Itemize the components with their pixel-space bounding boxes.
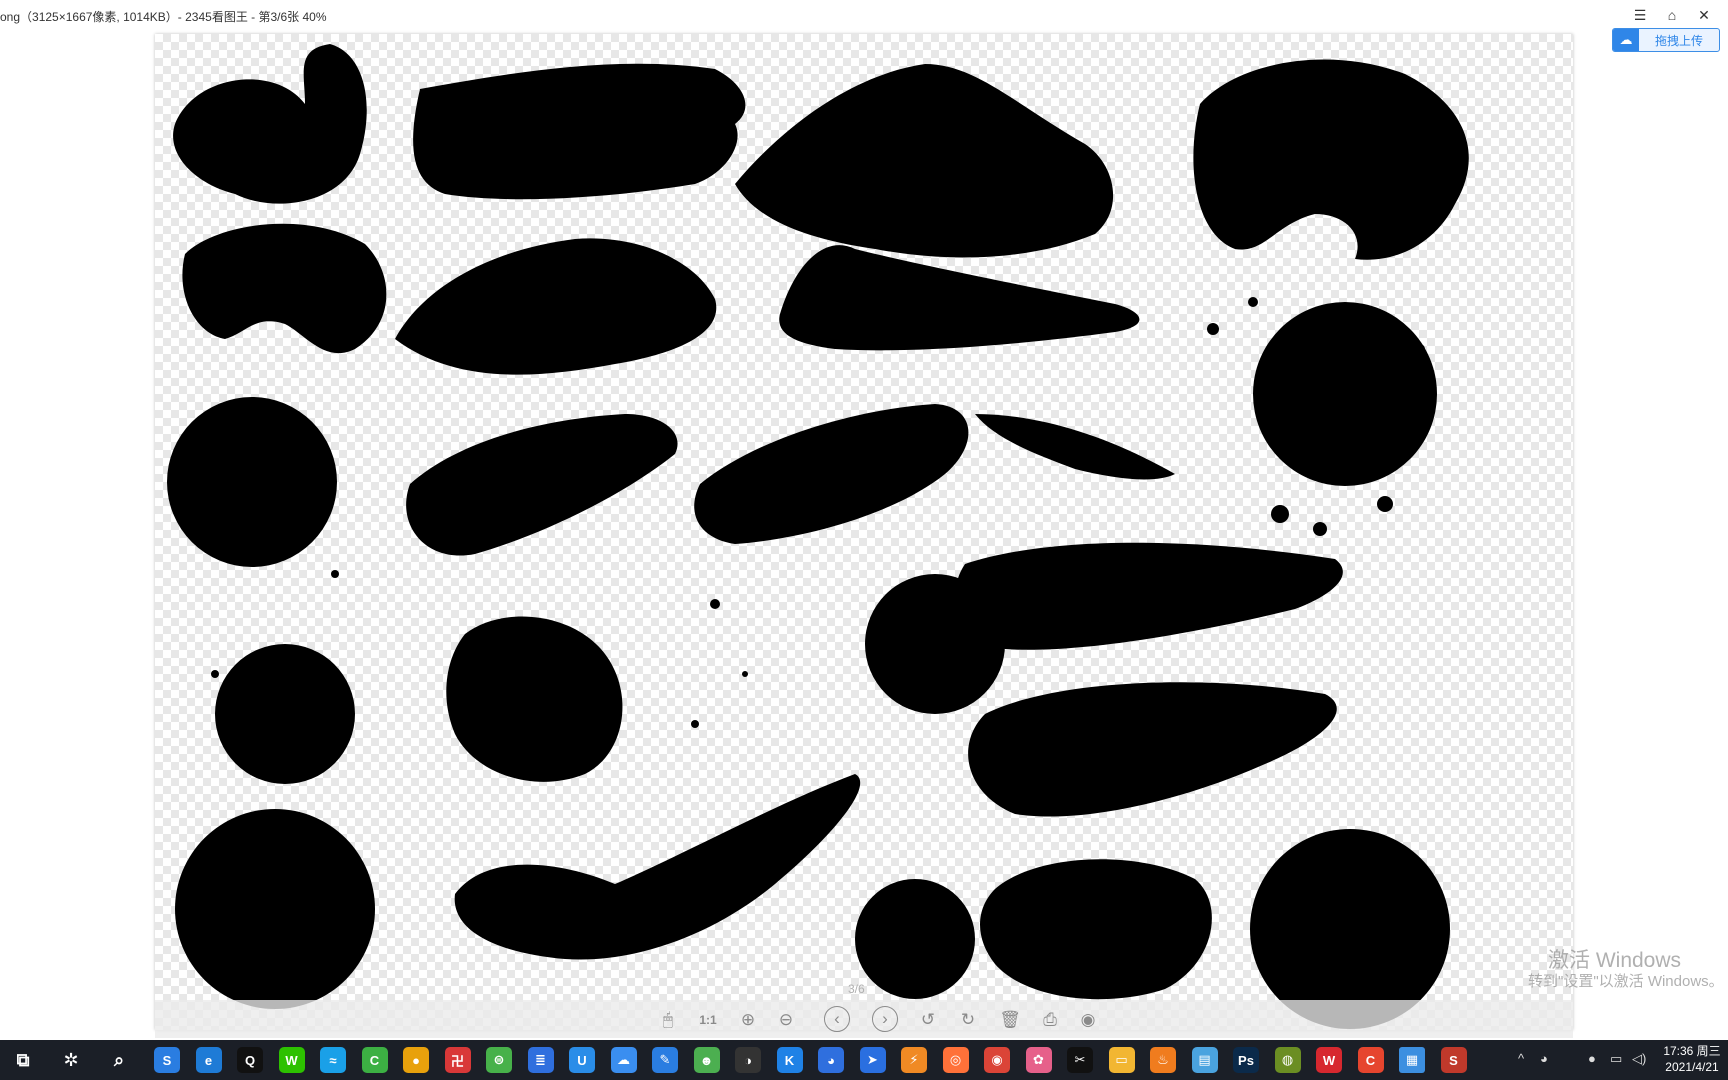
ink-splash — [855, 879, 975, 999]
ink-stroke — [413, 63, 746, 200]
ink-stroke — [955, 542, 1343, 650]
app-book-icon[interactable]: ▤ — [1191, 1047, 1218, 1073]
network-icon[interactable]: ▭ — [1610, 1051, 1622, 1067]
chrome-icon[interactable]: ● — [403, 1047, 429, 1073]
photoshop-icon[interactable]: Ps — [1233, 1047, 1259, 1073]
skin-icon[interactable]: ⌂ — [1661, 5, 1683, 25]
kugou-icon[interactable]: K — [776, 1047, 803, 1073]
ink-stroke — [975, 414, 1175, 480]
ink-stroke — [454, 774, 861, 960]
ink-stroke — [406, 414, 678, 556]
app-pen-icon[interactable]: ✎ — [652, 1047, 678, 1073]
ink-splash — [446, 616, 623, 782]
taskbar: ⧉ ✲ ⌕ Se Q W ≈ C ● 卍 ⊜ ≣ U ☁ ✎ ☻ ◑ K ◕ ➤ ⚡ ◎ ◉ ✿ ✂ ▭ ♨ ▤ Ps ◍ W C ▦ S ^ ◕… — [0, 1040, 1728, 1080]
screen-capture-icon[interactable]: ≈ — [320, 1047, 346, 1073]
app-panda-icon[interactable]: ◑ — [735, 1047, 761, 1073]
app-blue-doc-icon[interactable]: ≣ — [527, 1047, 554, 1073]
image-viewer-icon[interactable]: ▦ — [1399, 1047, 1425, 1073]
search-icon[interactable]: ⌕ — [106, 1047, 132, 1073]
previous-icon[interactable]: ‹ — [824, 1006, 850, 1032]
edge-icon[interactable]: e — [195, 1047, 222, 1073]
tray-status-icon[interactable]: ● — [1588, 1051, 1596, 1066]
ink-stroke — [735, 64, 1114, 258]
print-icon[interactable]: ⎙ — [1037, 1007, 1063, 1033]
window-title: ong（3125×1667像素, 1014KB）- 2345看图王 - 第3/6… — [0, 10, 327, 24]
chrome-2-icon[interactable]: ◉ — [984, 1047, 1010, 1073]
clock-date: 2021/4/21 — [1665, 1060, 1719, 1074]
ink-swirl — [182, 223, 387, 354]
ink-brush-image — [167, 44, 1469, 1029]
volume-icon[interactable]: ◁) — [1632, 1051, 1646, 1067]
ink-stroke — [968, 682, 1337, 817]
next-icon[interactable]: › — [872, 1006, 898, 1032]
page-counter: 3/6 — [848, 982, 865, 996]
menu-icon[interactable]: ☰ — [1629, 5, 1651, 25]
cloud-icon: ☁ — [1613, 29, 1639, 51]
ink-stroke — [694, 404, 969, 544]
ink-splash — [215, 644, 355, 784]
more-icon[interactable]: ◉ — [1075, 1007, 1101, 1033]
clock-time: 17:36 周三 — [1663, 1044, 1721, 1058]
ink-splash — [1253, 302, 1437, 486]
viewer-toolbar: 🖱 1:1 ⊕ ⊖ ‹ › ↺ ↻ 🗑 ⎙ ◉ — [155, 1000, 1573, 1038]
camtasia-icon[interactable]: C — [361, 1047, 388, 1073]
baidu-netdisk-icon[interactable]: ☁ — [610, 1047, 637, 1073]
clock[interactable]: 17:36 周三 2021/4/21 — [1656, 1043, 1728, 1075]
app-c-icon[interactable]: C — [1357, 1047, 1384, 1073]
app-cup-icon[interactable]: U — [569, 1047, 595, 1073]
zoom-in-icon[interactable]: ⊕ — [735, 1007, 761, 1033]
ink-stroke — [395, 238, 717, 375]
image-canvas[interactable] — [155, 34, 1573, 1030]
ink-splash — [175, 809, 375, 1009]
title-bar: ong（3125×1667像素, 1014KB）- 2345看图王 - 第3/6… — [0, 0, 1728, 30]
ink-swirl — [1193, 59, 1469, 260]
ink-splash — [980, 859, 1212, 1000]
ink-splash — [167, 397, 337, 567]
wps-icon[interactable]: W — [1316, 1047, 1342, 1073]
pinwheel-icon[interactable]: ✲ — [58, 1047, 84, 1073]
app-green-icon[interactable]: ⊜ — [486, 1047, 512, 1073]
tray-chevron-icon[interactable]: ^ — [1518, 1051, 1524, 1066]
rotate-right-icon[interactable]: ↻ — [955, 1007, 981, 1033]
mouse-icon[interactable]: 🖱 — [655, 1007, 681, 1033]
wechat-icon[interactable]: W — [278, 1047, 305, 1073]
app-flame-icon[interactable]: ♨ — [1150, 1047, 1176, 1073]
capcut-icon[interactable]: ✂ — [1067, 1047, 1093, 1073]
app-s-icon[interactable]: S — [1440, 1047, 1467, 1073]
app-globe-icon[interactable]: ◍ — [1274, 1047, 1301, 1073]
tray-app-icon[interactable]: ◕ — [1540, 1051, 1548, 1066]
feishu-icon[interactable]: ➤ — [859, 1047, 886, 1073]
app-red-icon[interactable]: 卍 — [444, 1047, 471, 1073]
app-pink-icon[interactable]: ✿ — [1025, 1047, 1052, 1073]
actual-size-button[interactable]: 1:1 — [695, 1007, 721, 1033]
close-icon[interactable]: ✕ — [1693, 5, 1715, 25]
qq-icon[interactable]: Q — [237, 1047, 263, 1073]
drag-upload-button[interactable]: ☁ 拖拽上传 — [1612, 28, 1720, 52]
zoom-out-icon[interactable]: ⊖ — [773, 1007, 799, 1033]
app-orange-icon[interactable]: ⚡ — [901, 1047, 927, 1073]
task-view-icon[interactable]: ⧉ — [10, 1047, 36, 1073]
folder-icon[interactable]: ▭ — [1108, 1047, 1135, 1073]
app-ball-icon[interactable]: ◕ — [818, 1047, 844, 1073]
ink-stroke — [779, 245, 1140, 351]
activation-watermark-hint: 转到"设置"以激活 Windows。 — [1528, 973, 1724, 990]
ink-splash — [1250, 829, 1450, 1029]
firefox-icon[interactable]: ◎ — [942, 1047, 969, 1073]
sogou-browser-icon[interactable]: S — [154, 1047, 180, 1073]
app-frog-icon[interactable]: ☻ — [693, 1047, 720, 1073]
rotate-left-icon[interactable]: ↺ — [915, 1007, 941, 1033]
ink-swirl — [173, 44, 367, 204]
delete-icon[interactable]: 🗑 — [997, 1007, 1023, 1033]
upload-label: 拖拽上传 — [1654, 33, 1703, 48]
